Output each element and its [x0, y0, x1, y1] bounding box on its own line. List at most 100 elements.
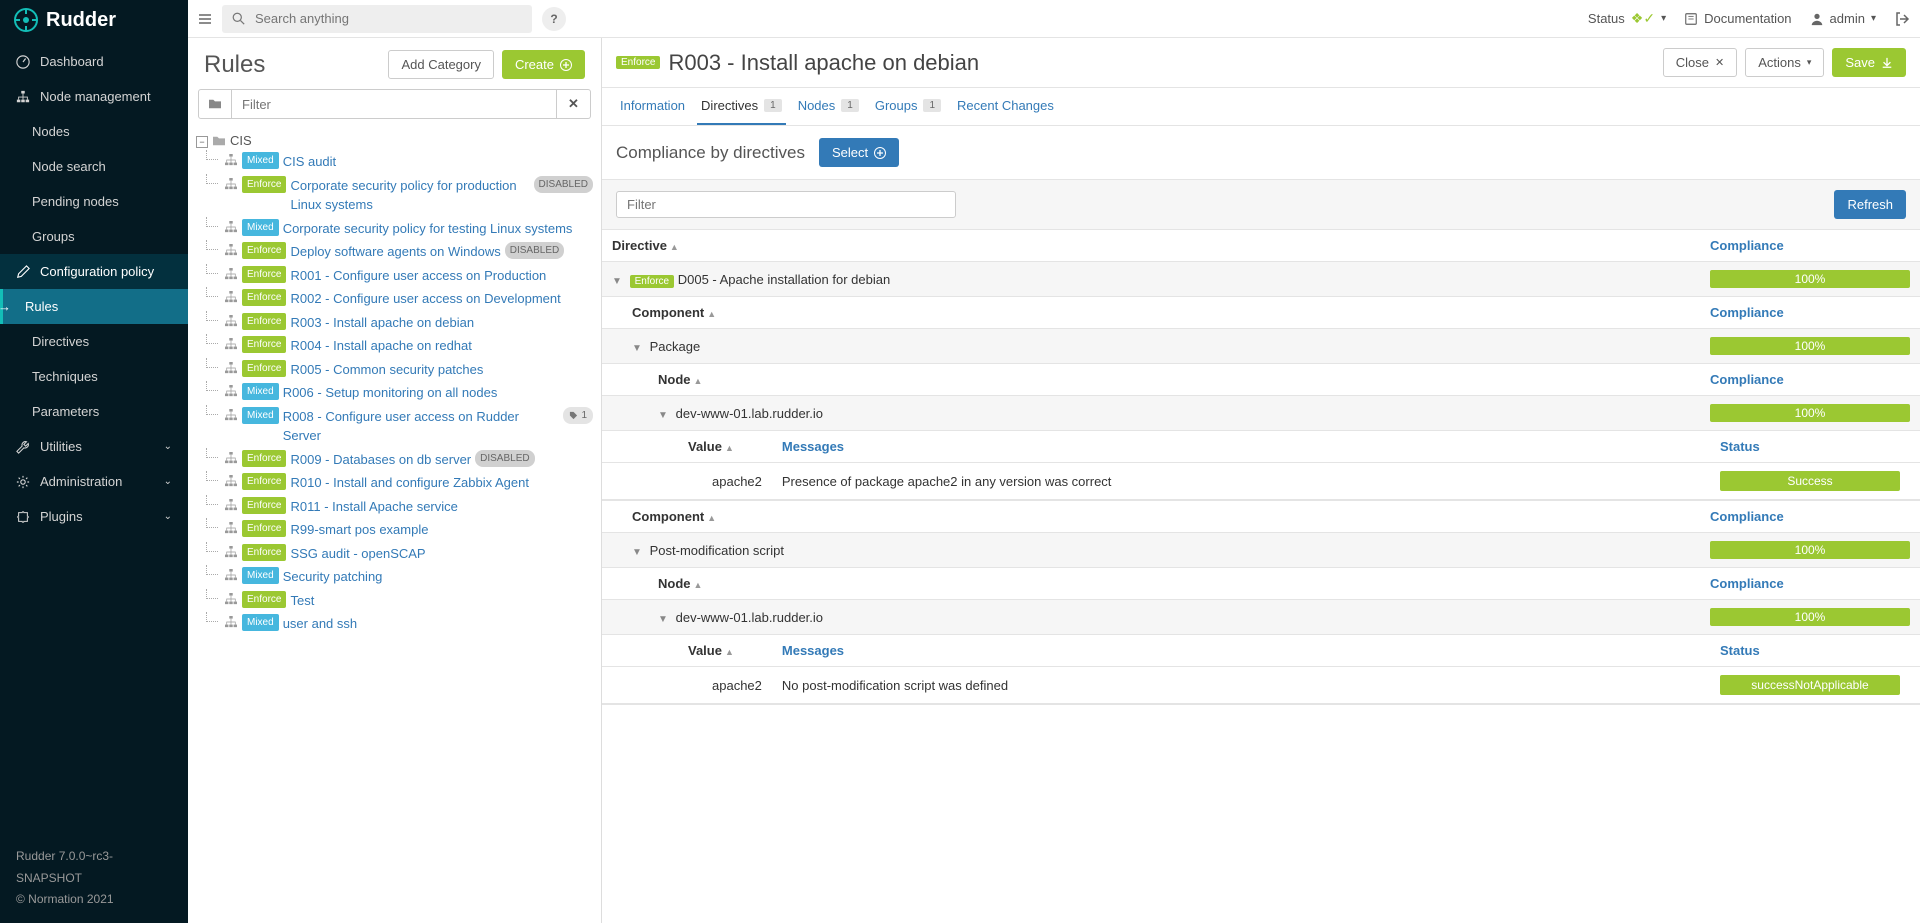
rule-link[interactable]: R002 - Configure user access on Developm…: [290, 289, 560, 309]
nav-item-administration[interactable]: Administration⌄: [0, 464, 188, 499]
logo[interactable]: Rudder: [0, 0, 188, 40]
node-row[interactable]: ▼ dev-www-01.lab.rudder.io: [602, 600, 1700, 635]
directive-row[interactable]: ▼ Enforce D005 - Apache installation for…: [602, 262, 1700, 297]
collapse-toggle-icon[interactable]: ▼: [658, 410, 672, 421]
rule-item[interactable]: Enforce R009 - Databases on db server DI…: [196, 448, 593, 472]
col-compliance[interactable]: Compliance: [1700, 364, 1920, 396]
nav-item-parameters[interactable]: Parameters: [0, 394, 188, 429]
tree-category[interactable]: − CIS: [196, 131, 593, 150]
rule-link[interactable]: user and ssh: [283, 614, 357, 634]
col-value[interactable]: Value▲: [602, 635, 772, 667]
refresh-button[interactable]: Refresh: [1834, 190, 1906, 219]
help-button[interactable]: ?: [542, 7, 566, 31]
tab-information[interactable]: Information: [616, 88, 689, 125]
rule-item[interactable]: Mixed Security patching: [196, 565, 593, 589]
tab-directives[interactable]: Directives1: [697, 88, 786, 125]
col-value[interactable]: Value▲: [602, 431, 772, 463]
rule-link[interactable]: Deploy software agents on Windows: [290, 242, 500, 262]
add-category-button[interactable]: Add Category: [388, 50, 494, 79]
rule-item[interactable]: Enforce R011 - Install Apache service: [196, 495, 593, 519]
rule-link[interactable]: SSG audit - openSCAP: [290, 544, 425, 564]
search-input[interactable]: [255, 11, 522, 26]
nav-item-pending-nodes[interactable]: Pending nodes: [0, 184, 188, 219]
nav-item-dashboard[interactable]: Dashboard: [0, 44, 188, 79]
rule-link[interactable]: Test: [290, 591, 314, 611]
col-status[interactable]: Status: [1710, 431, 1920, 463]
create-rule-button[interactable]: Create: [502, 50, 585, 79]
nav-item-configuration-policy[interactable]: Configuration policy: [0, 254, 188, 289]
rule-item[interactable]: Enforce R003 - Install apache on debian: [196, 311, 593, 335]
rule-link[interactable]: R010 - Install and configure Zabbix Agen…: [290, 473, 528, 493]
status-menu[interactable]: Status ❖✓ ▾: [1588, 10, 1666, 27]
rule-item[interactable]: Mixed R008 - Configure user access on Ru…: [196, 405, 593, 448]
rule-item[interactable]: Enforce R99-smart pos example: [196, 518, 593, 542]
col-compliance[interactable]: Compliance: [1700, 297, 1920, 329]
rule-link[interactable]: R005 - Common security patches: [290, 360, 483, 380]
rule-item[interactable]: Mixed Corporate security policy for test…: [196, 217, 593, 241]
nav-item-nodes[interactable]: Nodes: [0, 114, 188, 149]
nav-item-utilities[interactable]: Utilities⌄: [0, 429, 188, 464]
clear-filter-button[interactable]: ✕: [557, 89, 591, 119]
nav-item-node-search[interactable]: Node search: [0, 149, 188, 184]
col-compliance[interactable]: Compliance: [1700, 501, 1920, 533]
rule-item[interactable]: Mixed CIS audit: [196, 150, 593, 174]
rule-link[interactable]: Corporate security policy for production…: [290, 176, 529, 215]
tab-recent-changes[interactable]: Recent Changes: [953, 88, 1058, 125]
col-node[interactable]: Node▲: [602, 568, 1700, 600]
tab-nodes[interactable]: Nodes1: [794, 88, 863, 125]
nav-item-rules[interactable]: →Rules: [0, 289, 188, 324]
col-messages[interactable]: Messages: [772, 431, 1710, 463]
collapse-toggle-icon[interactable]: ▼: [612, 276, 626, 287]
collapse-toggle-icon[interactable]: ▼: [632, 343, 646, 354]
rule-link[interactable]: R99-smart pos example: [290, 520, 428, 540]
col-status[interactable]: Status: [1710, 635, 1920, 667]
rule-link[interactable]: R006 - Setup monitoring on all nodes: [283, 383, 498, 403]
nav-item-node-management[interactable]: Node management: [0, 79, 188, 114]
rule-item[interactable]: Enforce R004 - Install apache on redhat: [196, 334, 593, 358]
rule-link[interactable]: R011 - Install Apache service: [290, 497, 457, 517]
col-compliance[interactable]: Compliance: [1700, 568, 1920, 600]
select-button[interactable]: Select: [819, 138, 899, 167]
component-row[interactable]: ▼ Post-modification script: [602, 533, 1700, 568]
rule-link[interactable]: R001 - Configure user access on Producti…: [290, 266, 546, 286]
rule-item[interactable]: Enforce R001 - Configure user access on …: [196, 264, 593, 288]
rule-item[interactable]: Enforce R002 - Configure user access on …: [196, 287, 593, 311]
save-button[interactable]: Save: [1832, 48, 1906, 77]
rule-link[interactable]: Security patching: [283, 567, 383, 587]
user-menu[interactable]: admin ▾: [1810, 11, 1876, 26]
col-directive[interactable]: Directive▲: [602, 230, 1700, 262]
menu-toggle-icon[interactable]: [198, 12, 212, 26]
col-compliance[interactable]: Compliance: [1700, 230, 1920, 262]
collapse-icon[interactable]: −: [196, 136, 208, 148]
rule-item[interactable]: Enforce SSG audit - openSCAP: [196, 542, 593, 566]
col-component[interactable]: Component▲: [602, 501, 1700, 533]
rule-link[interactable]: R003 - Install apache on debian: [290, 313, 474, 333]
search-box[interactable]: [222, 5, 532, 33]
folder-filter-button[interactable]: [198, 89, 232, 119]
compliance-filter-input[interactable]: [616, 191, 956, 218]
component-row[interactable]: ▼ Package: [602, 329, 1700, 364]
rule-link[interactable]: CIS audit: [283, 152, 336, 172]
rule-item[interactable]: Enforce Test: [196, 589, 593, 613]
nav-item-groups[interactable]: Groups: [0, 219, 188, 254]
rule-link[interactable]: Corporate security policy for testing Li…: [283, 219, 573, 239]
col-messages[interactable]: Messages: [772, 635, 1710, 667]
rule-link[interactable]: R008 - Configure user access on Rudder S…: [283, 407, 560, 446]
nav-item-techniques[interactable]: Techniques: [0, 359, 188, 394]
close-button[interactable]: Close ✕: [1663, 48, 1737, 77]
rule-item[interactable]: Enforce R005 - Common security patches: [196, 358, 593, 382]
rules-filter-input[interactable]: [232, 89, 557, 119]
rule-item[interactable]: Mixed user and ssh: [196, 612, 593, 636]
collapse-toggle-icon[interactable]: ▼: [632, 547, 646, 558]
col-component[interactable]: Component▲: [602, 297, 1700, 329]
collapse-toggle-icon[interactable]: ▼: [658, 614, 672, 625]
rule-item[interactable]: Enforce Deploy software agents on Window…: [196, 240, 593, 264]
rule-item[interactable]: Enforce R010 - Install and configure Zab…: [196, 471, 593, 495]
rule-item[interactable]: Enforce Corporate security policy for pr…: [196, 174, 593, 217]
tab-groups[interactable]: Groups1: [871, 88, 945, 125]
node-row[interactable]: ▼ dev-www-01.lab.rudder.io: [602, 396, 1700, 431]
rule-item[interactable]: Mixed R006 - Setup monitoring on all nod…: [196, 381, 593, 405]
actions-button[interactable]: Actions ▾: [1745, 48, 1824, 77]
rule-link[interactable]: R004 - Install apache on redhat: [290, 336, 471, 356]
col-node[interactable]: Node▲: [602, 364, 1700, 396]
